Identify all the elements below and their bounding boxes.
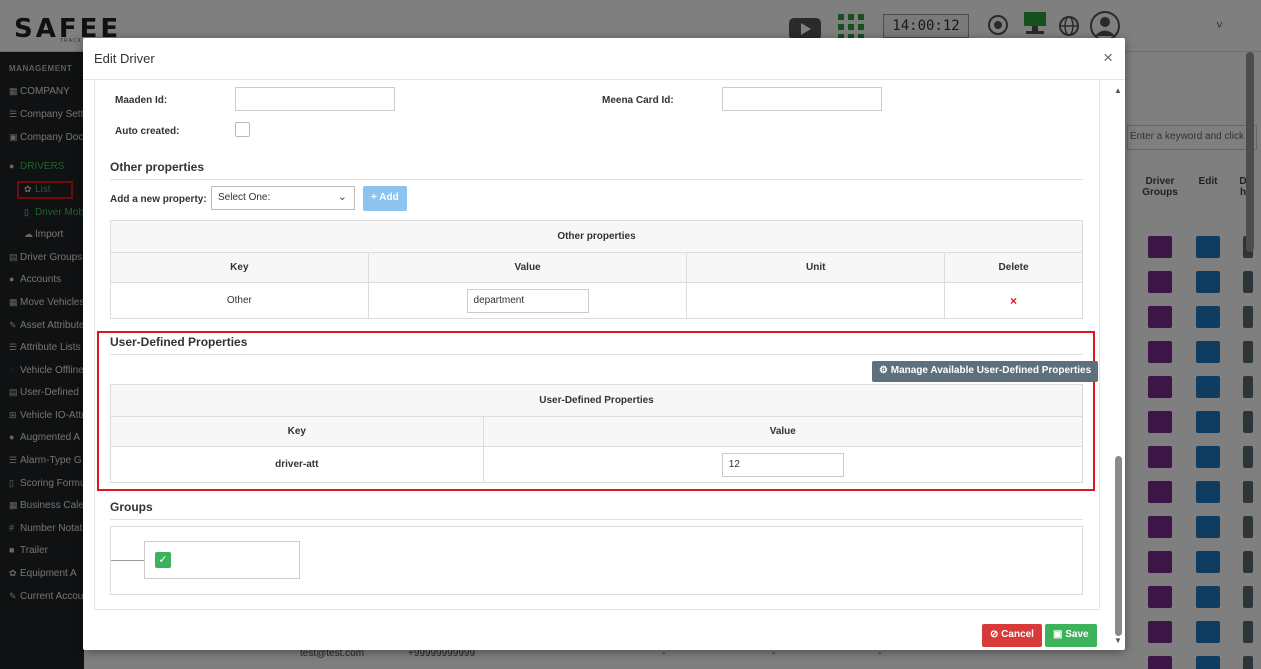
chevron-down-icon: ⌄ xyxy=(337,191,347,203)
scroll-up-icon[interactable]: ▲ xyxy=(1114,86,1122,95)
other-properties-title: Other properties xyxy=(110,160,205,174)
delete-icon[interactable]: × xyxy=(1010,294,1017,308)
property-value-input[interactable]: department xyxy=(466,288,589,313)
property-select[interactable]: Select One: ⌄ xyxy=(211,186,355,210)
add-property-button[interactable]: + Add xyxy=(363,186,407,211)
property-key: Other xyxy=(110,282,369,319)
save-icon: ▣ xyxy=(1053,629,1066,640)
property-value-input[interactable]: 12 xyxy=(721,452,844,477)
manage-user-defined-properties-button[interactable]: ⚙ Manage Available User-Defined Properti… xyxy=(872,361,1099,382)
section-divider xyxy=(110,354,1083,355)
check-icon[interactable]: ✓ xyxy=(155,552,171,568)
delete-cell: × xyxy=(944,282,1083,319)
scrollbar-thumb[interactable] xyxy=(1115,456,1122,636)
save-label: Save xyxy=(1065,629,1089,640)
group-node[interactable]: ✓ xyxy=(144,541,300,579)
groups-tree: ✓ xyxy=(110,526,1083,595)
cancel-label: Cancel xyxy=(1001,629,1034,640)
save-button[interactable]: ▣ Save xyxy=(1045,624,1097,647)
modal-body: Maaden Id: Meena Card Id: Auto created: … xyxy=(94,80,1100,610)
property-key: driver-att xyxy=(110,446,484,483)
user-defined-properties-table: User-Defined Properties Key Value driver… xyxy=(110,384,1084,483)
user-defined-properties-title: User-Defined Properties xyxy=(110,335,248,349)
column-header: Unit xyxy=(686,252,946,283)
manage-button-label: Manage Available User-Defined Properties xyxy=(890,365,1092,376)
section-divider xyxy=(110,179,1083,180)
close-icon[interactable]: × xyxy=(1103,48,1113,68)
modal-title: Edit Driver xyxy=(94,51,155,66)
section-divider xyxy=(110,519,1083,520)
modal-scrollbar[interactable]: ▲ ▼ xyxy=(1113,80,1124,650)
property-select-value: Select One: xyxy=(218,192,271,203)
column-header: Value xyxy=(367,252,688,283)
meena-card-id-label: Meena Card Id: xyxy=(602,95,674,106)
column-header: Key xyxy=(110,416,484,447)
modal-header: Edit Driver × xyxy=(83,38,1125,80)
table-caption: User-Defined Properties xyxy=(110,384,1083,417)
maaden-id-input[interactable] xyxy=(235,87,395,111)
maaden-id-label: Maaden Id: xyxy=(115,95,168,106)
groups-title: Groups xyxy=(110,500,153,514)
ban-icon: ⊘ xyxy=(990,629,1002,640)
table-row: Other department × xyxy=(110,282,1083,319)
scroll-down-icon[interactable]: ▼ xyxy=(1114,636,1122,645)
other-properties-table: Other properties Key Value Unit Delete O… xyxy=(110,220,1083,319)
add-property-label: Add a new property: xyxy=(110,194,207,205)
column-header: Key xyxy=(110,252,369,283)
auto-created-checkbox[interactable] xyxy=(235,122,250,137)
column-header: Delete xyxy=(944,252,1083,283)
gear-icon: ⚙ xyxy=(879,365,891,376)
column-header: Value xyxy=(482,416,1084,447)
table-row: driver-att 12 xyxy=(110,446,1084,483)
auto-created-label: Auto created: xyxy=(115,126,180,137)
plus-icon: + xyxy=(371,192,380,203)
edit-driver-modal: Edit Driver × Maaden Id: Meena Card Id: … xyxy=(83,38,1125,650)
property-unit xyxy=(686,282,946,319)
add-button-label: Add xyxy=(379,192,399,203)
property-value-cell: 12 xyxy=(482,446,1084,483)
tree-connector xyxy=(111,560,144,561)
table-caption: Other properties xyxy=(110,220,1083,253)
property-value-cell: department xyxy=(367,282,688,319)
cancel-button[interactable]: ⊘ Cancel xyxy=(982,624,1042,647)
meena-card-id-input[interactable] xyxy=(722,87,882,111)
